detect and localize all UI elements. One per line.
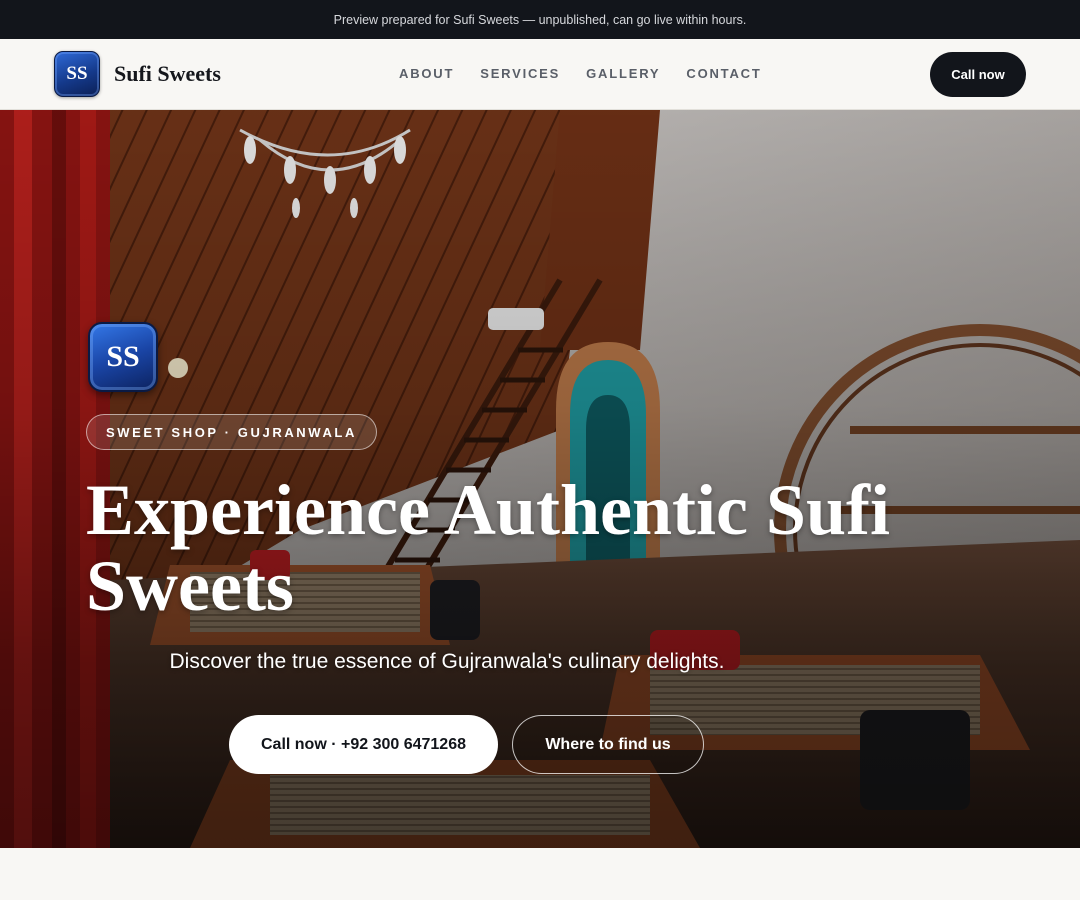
preview-notice-text: Preview prepared for Sufi Sweets — unpub… xyxy=(333,12,747,27)
main-nav: ABOUT SERVICES GALLERY CONTACT xyxy=(399,66,762,81)
preview-notice-bar: Preview prepared for Sufi Sweets — unpub… xyxy=(0,0,1080,39)
nav-link-gallery[interactable]: GALLERY xyxy=(586,66,660,81)
brand-name: Sufi Sweets xyxy=(114,61,221,86)
brand[interactable]: SS Sufi Sweets xyxy=(54,51,221,97)
hero-location-button[interactable]: Where to find us xyxy=(512,715,704,774)
hero-subheadline: Discover the true essence of Gujranwala'… xyxy=(169,650,725,673)
hero-category-tag: SWEET SHOP · GUJRANWALA xyxy=(86,414,377,450)
hero-logo-icon: SS xyxy=(88,322,158,392)
nav-link-contact[interactable]: CONTACT xyxy=(686,66,761,81)
brand-logo-icon: SS xyxy=(54,51,100,97)
hero-call-button[interactable]: Call now · +92 300 6471268 xyxy=(229,715,498,774)
next-section xyxy=(0,848,1080,900)
hero-headline: Experience Authentic Sufi Sweets xyxy=(86,470,890,626)
site-header: SS Sufi Sweets ABOUT SERVICES GALLERY CO… xyxy=(0,39,1080,110)
hero-section: SS SWEET SHOP · GUJRANWALA Experience Au… xyxy=(0,110,1080,848)
header-call-button[interactable]: Call now xyxy=(930,52,1026,97)
nav-link-services[interactable]: SERVICES xyxy=(480,66,560,81)
nav-link-about[interactable]: ABOUT xyxy=(399,66,454,81)
